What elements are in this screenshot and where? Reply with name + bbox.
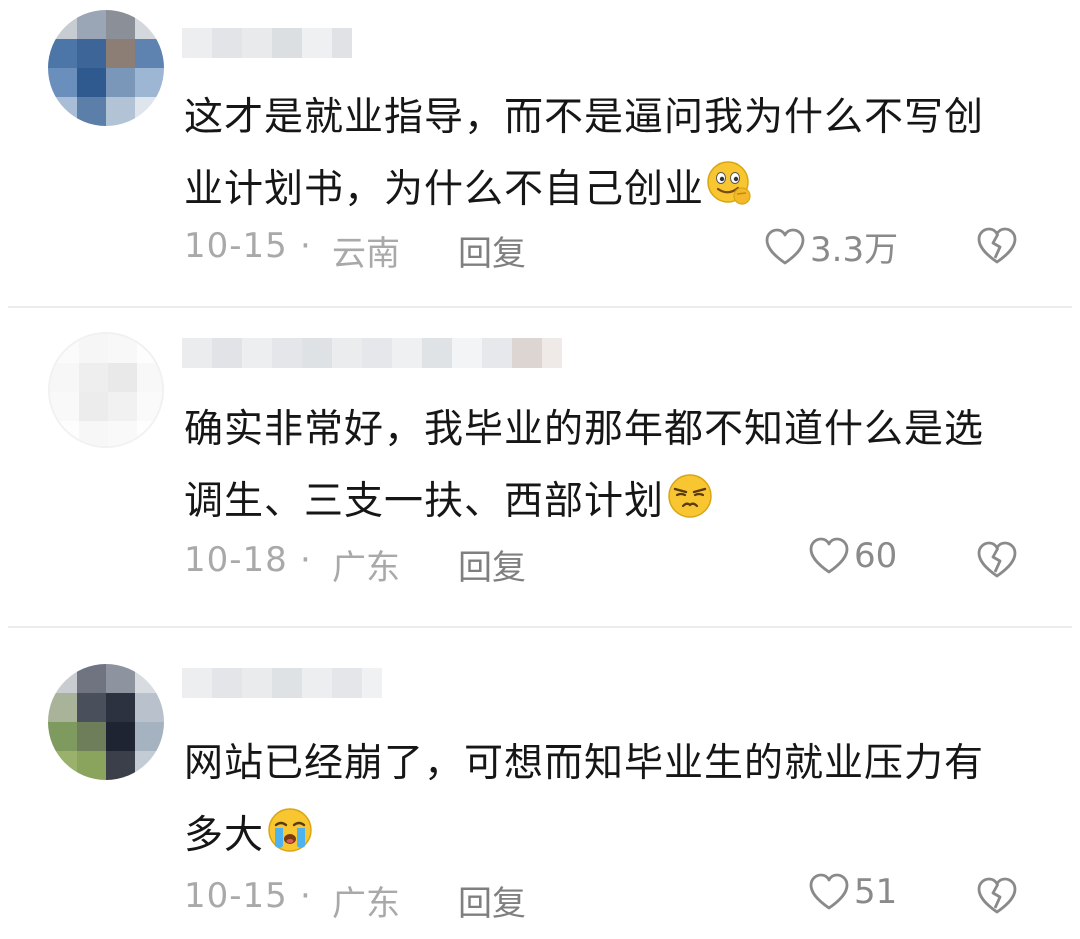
comment-date: 10-18 bbox=[184, 540, 288, 580]
reply-button[interactable]: 回复 bbox=[458, 876, 526, 925]
avatar-blurred[interactable] bbox=[48, 332, 164, 448]
username-blurred[interactable] bbox=[182, 338, 562, 368]
heart-icon bbox=[765, 228, 805, 264]
dislike-button[interactable] bbox=[976, 876, 1018, 925]
heart-icon bbox=[809, 873, 849, 910]
meta-separator: · bbox=[300, 226, 311, 266]
comment-text-body: 确实非常好，我毕业的那年都不知道什么是选调生、三支一扶、西部计划 bbox=[184, 407, 985, 524]
smirk-emoji-icon bbox=[706, 160, 754, 208]
comment-meta: 10-18 · 广东 回复 60 bbox=[184, 536, 1020, 589]
comment-location: 云南 bbox=[332, 234, 400, 274]
like-button[interactable]: 3.3万 bbox=[764, 222, 898, 271]
comment-meta: 10-15 · 云南 回复 3.3万 bbox=[184, 222, 1020, 275]
dislike-button[interactable] bbox=[976, 540, 1018, 589]
meta-separator: · bbox=[300, 876, 311, 916]
like-count: 51 bbox=[854, 872, 898, 912]
comment-location: 广东 bbox=[332, 548, 400, 588]
like-count: 3.3万 bbox=[810, 230, 899, 270]
broken-heart-icon bbox=[977, 227, 1017, 264]
like-button[interactable]: 60 bbox=[808, 536, 897, 576]
unamused-emoji-icon bbox=[666, 472, 714, 520]
comment-text: 这才是就业指导，而不是逼问我为什么不写创业计划书，为什么不自己创业 bbox=[184, 82, 1004, 226]
avatar-blurred[interactable] bbox=[48, 10, 164, 126]
comment-text-body: 这才是就业指导，而不是逼问我为什么不写创业计划书，为什么不自己创业 bbox=[184, 95, 985, 212]
reply-button[interactable]: 回复 bbox=[458, 540, 526, 589]
comment-location: 广东 bbox=[332, 884, 400, 924]
comment-item: 这才是就业指导，而不是逼问我为什么不写创业计划书，为什么不自己创业 10-15 … bbox=[0, 0, 1080, 306]
username-blurred[interactable] bbox=[182, 28, 352, 58]
dislike-button[interactable] bbox=[976, 226, 1018, 275]
like-button[interactable]: 51 bbox=[808, 872, 897, 912]
comment-item: 确实非常好，我毕业的那年都不知道什么是选调生、三支一扶、西部计划 10-18 ·… bbox=[0, 308, 1080, 626]
comment-text: 确实非常好，我毕业的那年都不知道什么是选调生、三支一扶、西部计划 bbox=[184, 394, 1004, 538]
crying-emoji-icon bbox=[266, 806, 314, 854]
like-count: 60 bbox=[854, 536, 898, 576]
broken-heart-icon bbox=[977, 877, 1017, 914]
comment-date: 10-15 bbox=[184, 876, 288, 916]
avatar-blurred[interactable] bbox=[48, 664, 164, 780]
comment-date: 10-15 bbox=[184, 226, 288, 266]
broken-heart-icon bbox=[977, 541, 1017, 578]
reply-button[interactable]: 回复 bbox=[458, 226, 526, 275]
comment-meta: 10-15 · 广东 回复 51 bbox=[184, 872, 1020, 925]
comment-item: 网站已经崩了，可想而知毕业生的就业压力有多大 10-15 · 广东 回复 51 bbox=[0, 628, 1080, 939]
meta-separator: · bbox=[300, 540, 311, 580]
heart-icon bbox=[809, 537, 849, 574]
username-blurred[interactable] bbox=[182, 668, 382, 698]
comment-text: 网站已经崩了，可想而知毕业生的就业压力有多大 bbox=[184, 728, 1004, 872]
